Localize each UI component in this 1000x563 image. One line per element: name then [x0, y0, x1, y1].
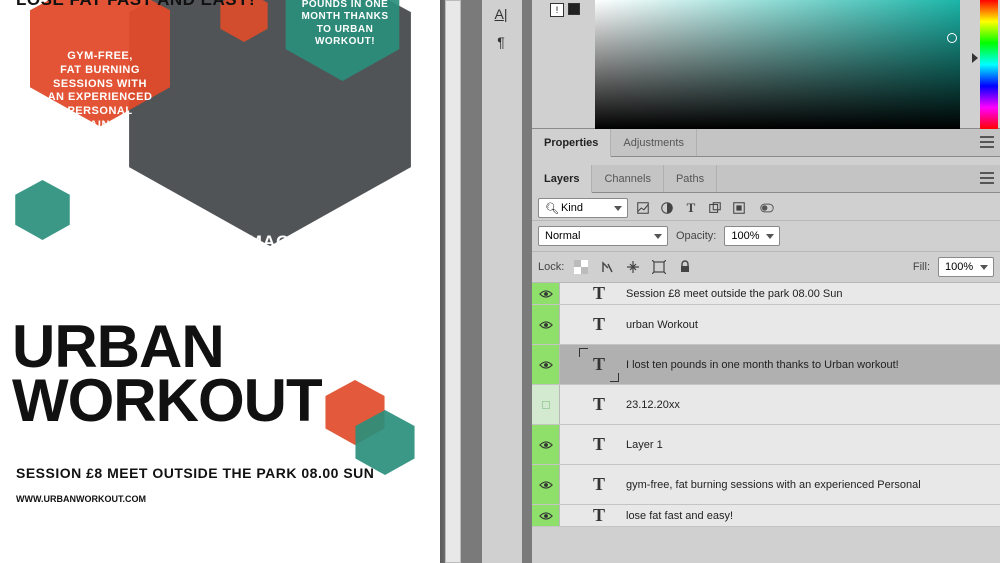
layers-list[interactable]: T Session £8 meet outside the park 08.00 …: [532, 283, 1000, 527]
character-panel-icon[interactable]: A|: [482, 0, 520, 28]
filter-toggle-icon[interactable]: [758, 199, 776, 217]
color-swatch-cube-icon[interactable]: [568, 3, 580, 15]
flyer-title-line2: WORKOUT: [12, 367, 322, 434]
gamut-warning-icon[interactable]: !: [550, 3, 564, 17]
document-viewport[interactable]: LOSE FAT FAST AND EASY! GYM-FREE, FAT BU…: [0, 0, 532, 563]
layer-thumbnail-type-icon[interactable]: T: [582, 351, 616, 379]
filter-pixel-icon[interactable]: [634, 199, 652, 217]
layer-row[interactable]: T I lost ten pounds in one month thanks t…: [532, 345, 1000, 385]
search-icon: 🔍︎: [545, 202, 559, 215]
layer-name[interactable]: 23.12.20xx: [626, 399, 680, 411]
layers-filter-kind-select[interactable]: 🔍︎ Kind: [538, 198, 628, 218]
filter-shape-icon[interactable]: [706, 199, 724, 217]
layer-thumbnail-type-icon[interactable]: T: [582, 502, 616, 528]
tab-channels[interactable]: Channels: [592, 165, 663, 192]
layer-name[interactable]: Layer 1: [626, 439, 663, 451]
hexagon-teal-small: [15, 180, 70, 240]
blend-mode-select[interactable]: Normal: [538, 226, 668, 246]
hue-slider[interactable]: [980, 0, 998, 129]
flyer-teal-badge-text[interactable]: I LOST TEN POUNDS IN ONE MONTH THANKS TO…: [295, 0, 395, 49]
flyer-title[interactable]: URBAN WORKOUT: [12, 320, 322, 428]
layer-name[interactable]: urban Workout: [626, 319, 698, 331]
paragraph-panel-icon[interactable]: ¶: [482, 28, 520, 56]
canvas-page[interactable]: LOSE FAT FAST AND EASY! GYM-FREE, FAT BU…: [0, 0, 440, 563]
fill-value: 100%: [945, 261, 973, 273]
color-field[interactable]: [595, 0, 960, 129]
layers-lock-row: Lock: Fill: 100%: [532, 252, 1000, 283]
layer-thumbnail-type-icon[interactable]: T: [582, 431, 616, 459]
flyer-red-badge-text[interactable]: GYM-FREE, FAT BURNING SESSIONS WITH AN E…: [40, 50, 160, 133]
filter-adjustment-icon[interactable]: [658, 199, 676, 217]
tab-adjustments[interactable]: Adjustments: [611, 129, 697, 156]
layer-name[interactable]: I lost ten pounds in one month thanks to…: [626, 359, 899, 371]
layer-name[interactable]: Session £8 meet outside the park 08.00 S…: [626, 288, 842, 300]
flyer-image-placeholder[interactable]: IMAGE HERE: [242, 232, 360, 252]
properties-body: [532, 157, 1000, 165]
layer-row[interactable]: Tgym-free, fat burning sessions with an …: [532, 465, 1000, 505]
filter-smartobject-icon[interactable]: [730, 199, 748, 217]
lock-position-icon[interactable]: [624, 258, 642, 276]
layer-row[interactable]: Tlose fat fast and easy!: [532, 505, 1000, 527]
flyer-session-line[interactable]: SESSION £8 MEET OUTSIDE THE PARK 08.00 S…: [16, 465, 374, 481]
lock-label: Lock:: [538, 261, 564, 273]
layer-thumbnail-type-icon[interactable]: T: [582, 311, 616, 339]
lock-image-icon[interactable]: [598, 258, 616, 276]
opacity-select[interactable]: 100%: [724, 226, 780, 246]
layer-row[interactable]: T 23.12.20xx: [532, 385, 1000, 425]
color-cursor[interactable]: [947, 33, 957, 43]
visibility-toggle[interactable]: [532, 385, 560, 424]
layer-row[interactable]: T Session £8 meet outside the park 08.00 …: [532, 283, 1000, 305]
filter-kind-label: Kind: [561, 202, 583, 214]
panel-menu-icon[interactable]: [980, 136, 994, 148]
visibility-toggle[interactable]: [532, 425, 560, 464]
layers-filter-row: 🔍︎ Kind T: [532, 193, 1000, 221]
tab-properties[interactable]: Properties: [532, 129, 611, 157]
layer-row[interactable]: Turban Workout: [532, 305, 1000, 345]
lock-artboard-icon[interactable]: [650, 258, 668, 276]
layer-name[interactable]: lose fat fast and easy!: [626, 510, 733, 522]
layer-row[interactable]: T Layer 1: [532, 425, 1000, 465]
tab-paths[interactable]: Paths: [664, 165, 717, 192]
visibility-toggle[interactable]: [532, 345, 560, 384]
layers-blend-row: Normal Opacity: 100%: [532, 221, 1000, 252]
hue-slider-handle[interactable]: [972, 53, 978, 63]
layer-thumbnail-type-icon[interactable]: T: [582, 391, 616, 419]
lock-transparent-icon[interactable]: [572, 258, 590, 276]
tab-layers[interactable]: Layers: [532, 165, 592, 193]
layer-thumbnail-type-icon[interactable]: T: [582, 283, 616, 308]
blend-mode-value: Normal: [545, 230, 580, 242]
paragraph-tool-column: A| ¶: [482, 0, 522, 563]
visibility-toggle[interactable]: [532, 305, 560, 344]
opacity-value: 100%: [731, 230, 759, 242]
layers-tabs: Layers Channels Paths: [532, 165, 1000, 193]
visibility-toggle[interactable]: [532, 283, 560, 304]
panel-menu-icon[interactable]: [980, 172, 994, 184]
layer-thumbnail-type-icon[interactable]: T: [582, 471, 616, 499]
filter-type-icon[interactable]: T: [682, 199, 700, 217]
flyer-url[interactable]: WWW.URBANWORKOUT.COM: [16, 494, 146, 504]
flyer-headline[interactable]: LOSE FAT FAST AND EASY!: [16, 0, 255, 10]
layer-name[interactable]: gym-free, fat burning sessions with an e…: [626, 479, 921, 491]
visibility-toggle[interactable]: [532, 505, 560, 526]
vertical-scrollbar[interactable]: [445, 0, 461, 563]
lock-all-icon[interactable]: [676, 258, 694, 276]
properties-tabs: Properties Adjustments: [532, 129, 1000, 157]
opacity-label: Opacity:: [676, 230, 716, 242]
visibility-toggle[interactable]: [532, 465, 560, 504]
color-picker-panel: !: [532, 0, 1000, 129]
fill-select[interactable]: 100%: [938, 257, 994, 277]
fill-label: Fill:: [913, 261, 930, 273]
